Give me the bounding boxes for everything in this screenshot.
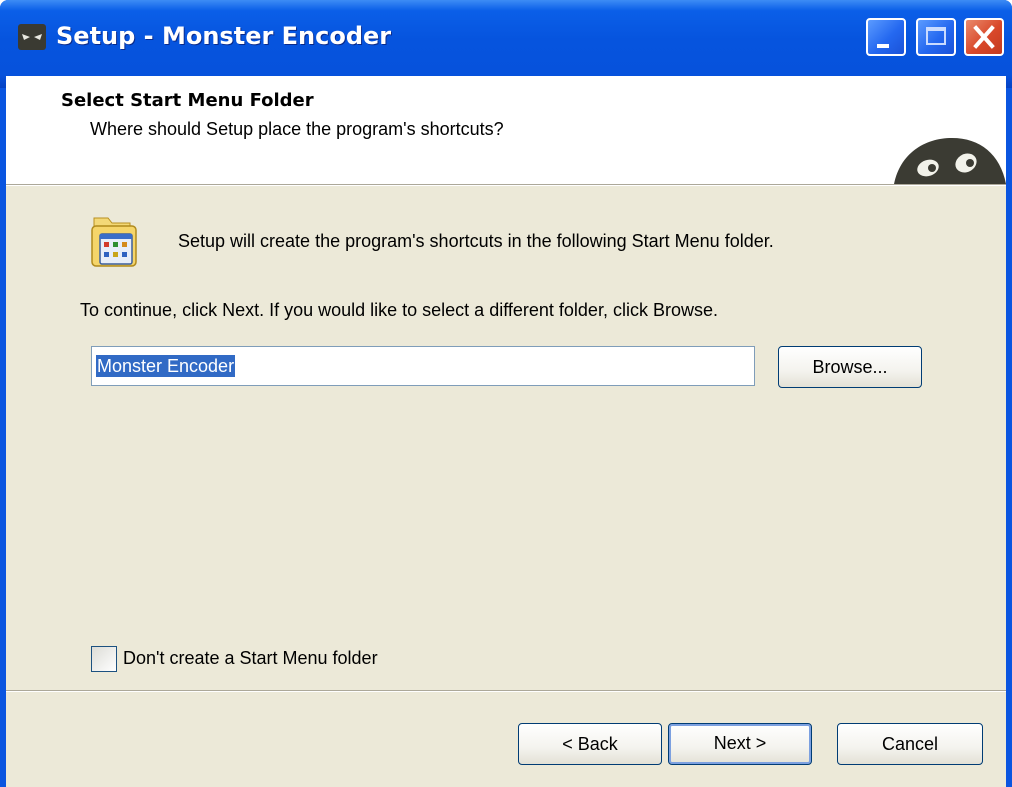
cancel-button[interactable]: Cancel (837, 723, 983, 765)
monster-eyes-icon (894, 138, 1006, 184)
next-button[interactable]: Next > (668, 723, 812, 765)
header-divider-highlight (6, 185, 1006, 186)
window-title: Setup - Monster Encoder (56, 22, 392, 50)
no-start-menu-folder-label[interactable]: Don't create a Start Menu folder (123, 648, 378, 669)
page-subtitle: Where should Setup place the program's s… (90, 119, 504, 139)
start-menu-folder-input[interactable]: Monster Encoder (91, 346, 755, 386)
folder-input-value: Monster Encoder (96, 355, 236, 377)
footer-divider-highlight (6, 691, 1006, 692)
setup-window: Setup - Monster Encoder Select Start Men… (0, 0, 1012, 787)
close-icon (973, 25, 995, 49)
close-button[interactable] (964, 18, 1004, 56)
no-start-menu-folder-checkbox[interactable] (91, 646, 117, 672)
minimize-button[interactable] (866, 18, 906, 56)
maximize-button[interactable] (916, 18, 956, 56)
dialog-client-area: Select Start Menu Folder Where should Se… (6, 76, 1006, 787)
intro-text: Setup will create the program's shortcut… (178, 231, 774, 251)
monster-app-icon (18, 24, 46, 50)
title-bar[interactable]: Setup - Monster Encoder (0, 0, 1012, 88)
minimize-icon (877, 44, 889, 48)
start-menu-folder-icon (91, 217, 137, 267)
maximize-icon (926, 27, 946, 45)
wizard-header: Select Start Menu Folder Where should Se… (6, 76, 1006, 184)
back-button[interactable]: < Back (518, 723, 662, 765)
browse-button[interactable]: Browse... (778, 346, 922, 388)
instructions-text: To continue, click Next. If you would li… (80, 300, 718, 320)
page-title: Select Start Menu Folder (61, 90, 314, 111)
